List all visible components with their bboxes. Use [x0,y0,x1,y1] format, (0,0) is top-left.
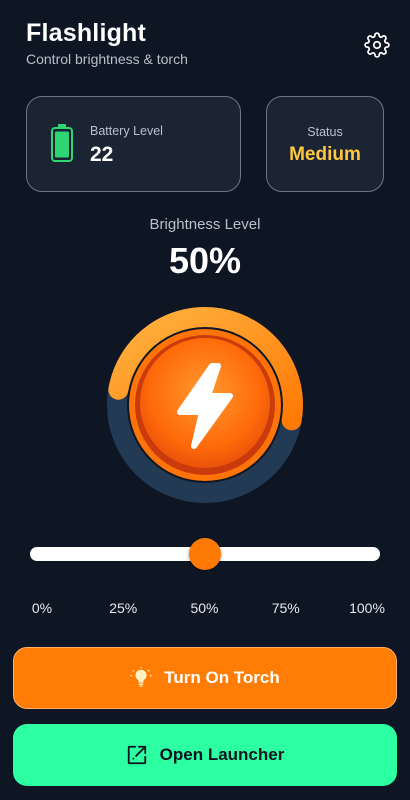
battery-value: 22 [90,143,114,166]
gear-icon[interactable] [364,32,390,58]
status-label: Status [307,125,343,139]
app-title: Flashlight [26,19,147,47]
brightness-value: 50% [168,240,242,281]
battery-card: Battery Level 22 [26,96,241,192]
brightness-dial [107,307,303,503]
brightness-slider[interactable] [30,538,380,570]
slider-tick-labels: 0% 25% 50% 75% 100% [0,600,410,618]
tick-label: 75% [271,600,300,616]
brightness-label: Brightness Level [149,216,261,233]
battery-label: Battery Level [90,124,163,138]
tick-label: 0% [31,600,53,616]
app-subtitle: Control brightness & torch [26,51,188,67]
header: Flashlight Control brightness & torch [26,18,390,67]
lightbulb-icon [130,667,152,687]
tick-label: 25% [109,600,138,616]
turn-on-torch-button[interactable]: Turn On Torch [13,647,397,709]
slider-thumb[interactable] [189,538,221,570]
external-link-icon [127,745,146,765]
open-launcher-button[interactable]: Open Launcher [13,724,397,786]
open-launcher-label: Open Launcher [159,745,285,764]
battery-icon [51,124,73,162]
turn-on-torch-label: Turn On Torch [164,668,280,687]
tick-label: 50% [190,600,219,616]
status-value: Medium [289,144,361,165]
tick-label: 100% [349,600,385,616]
status-card: Status Medium [266,96,384,192]
